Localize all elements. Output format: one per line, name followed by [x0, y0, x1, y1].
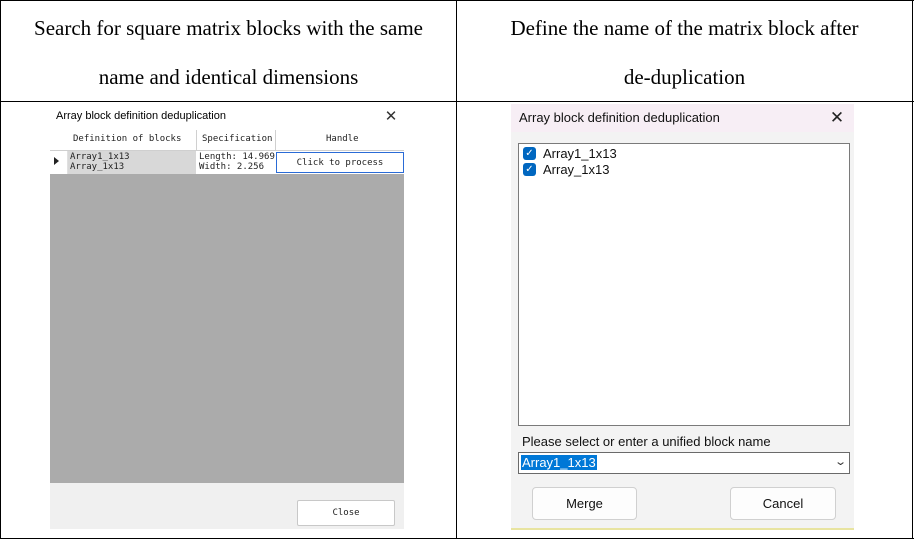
table-row[interactable]: Array1_1x13 Array_1x13 Length: 14.969 Wi… [50, 151, 404, 174]
block-checklist[interactable]: ✓ Array1_1x13 ✓ Array_1x13 [518, 143, 850, 426]
rename-dialog: Array block definition deduplication ✕ ✓… [511, 104, 854, 529]
list-item-label: Array_1x13 [543, 162, 610, 177]
checkbox-checked-icon[interactable]: ✓ [523, 163, 536, 176]
process-button[interactable]: Click to process [276, 152, 404, 173]
cancel-button[interactable]: Cancel [730, 487, 836, 520]
caption-right-line2: de-duplication [623, 65, 746, 89]
column-separator [196, 130, 197, 150]
search-dialog-title: Array block definition deduplication [56, 110, 226, 122]
merge-button[interactable]: Merge [532, 487, 637, 520]
dialog-bottom-accent [511, 528, 854, 530]
column-separator [275, 130, 276, 150]
rename-dialog-title: Array block definition deduplication [519, 110, 720, 125]
process-button-label: Click to process [296, 158, 384, 168]
grid-header: Definition of blocks Specification Handl… [50, 130, 404, 151]
row-header[interactable] [50, 151, 68, 174]
column-header-handle[interactable]: Handle [326, 134, 359, 144]
block-name: Array_1x13 [70, 162, 125, 172]
row-arrow-icon [54, 157, 59, 165]
caption-right-line1: Define the name of the matrix block afte… [510, 16, 859, 40]
close-icon[interactable]: ✕ [382, 106, 400, 126]
list-item-label: Array1_1x13 [543, 146, 617, 161]
checkbox-checked-icon[interactable]: ✓ [523, 147, 536, 160]
caption-left-line2: name and identical dimensions [98, 65, 359, 89]
column-header-specification[interactable]: Specification [202, 134, 272, 144]
blocks-grid[interactable]: Definition of blocks Specification Handl… [50, 130, 404, 483]
close-icon[interactable]: ✕ [826, 106, 848, 130]
table-border-right [912, 0, 913, 539]
rename-dialog-titlebar: Array block definition deduplication ✕ [511, 104, 854, 132]
unified-name-value[interactable]: Array1_1x13 [521, 455, 597, 470]
spec-width: Width: 2.256 [199, 162, 265, 172]
cell-block-names[interactable]: Array1_1x13 Array_1x13 [68, 151, 196, 174]
table-border-bottom [0, 538, 914, 539]
block-name: Array1_1x13 [70, 152, 130, 162]
close-button[interactable]: Close [297, 500, 395, 526]
table-border-top [0, 0, 914, 1]
unified-name-combobox[interactable]: Array1_1x13 ⌄ [518, 452, 850, 474]
cell-specification[interactable]: Length: 14.969 Width: 2.256 [197, 151, 275, 174]
search-dialog-titlebar: Array block definition deduplication ✕ [50, 104, 404, 130]
unified-name-label: Please select or enter a unified block n… [522, 434, 771, 449]
spec-length: Length: 14.969 [199, 152, 275, 162]
search-dialog: Array block definition deduplication ✕ D… [50, 104, 404, 529]
chevron-down-icon[interactable]: ⌄ [834, 455, 847, 468]
caption-left-line1: Search for square matrix blocks with the… [34, 16, 423, 40]
table-border-middle [0, 101, 914, 102]
column-header-definition[interactable]: Definition of blocks [73, 134, 181, 144]
